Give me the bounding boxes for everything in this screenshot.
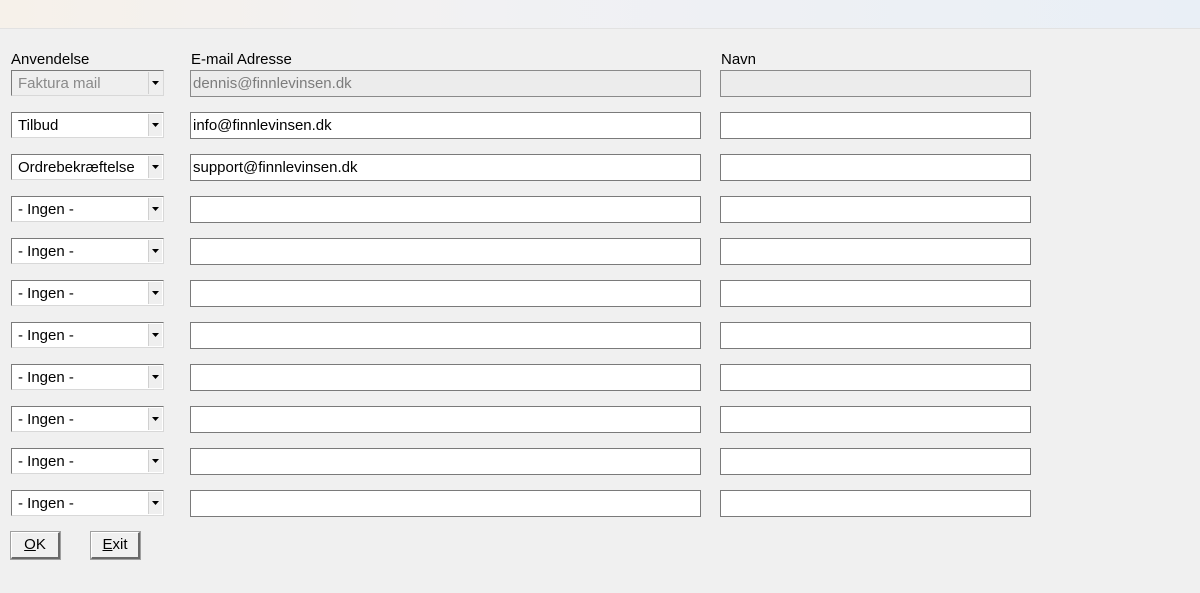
email-row: - Ingen - [0,238,1200,266]
name-field[interactable] [720,280,1031,307]
usage-dropdown[interactable]: Tilbud [11,112,164,138]
email-field-value: dennis@finnlevinsen.dk [193,75,352,92]
usage-dropdown-value: - Ingen - [18,285,74,302]
email-field-value: info@finnlevinsen.dk [193,117,332,134]
email-row: - Ingen - [0,448,1200,476]
ok-label-rest: K [35,536,46,553]
email-field-value: support@finnlevinsen.dk [193,159,358,176]
email-field[interactable]: dennis@finnlevinsen.dk [190,70,701,97]
usage-dropdown[interactable]: - Ingen - [11,196,164,222]
dropdown-arrow-button[interactable] [148,114,162,136]
email-row: - Ingen - [0,322,1200,350]
email-field[interactable] [190,490,701,517]
email-field[interactable] [190,406,701,433]
email-field[interactable] [190,196,701,223]
usage-dropdown[interactable]: Ordrebekræftelse [11,154,164,180]
dropdown-arrow-button[interactable] [148,282,162,304]
email-row: Ordrebekræftelse support@finnlevinsen.dk [0,154,1200,182]
usage-dropdown-value: Faktura mail [18,75,101,92]
dropdown-arrow-button[interactable] [148,450,162,472]
email-field[interactable] [190,238,701,265]
dropdown-arrow-button[interactable] [148,492,162,514]
name-field[interactable] [720,322,1031,349]
dropdown-arrow-button[interactable] [148,156,162,178]
email-row: Tilbud info@finnlevinsen.dk [0,112,1200,140]
usage-dropdown-value: - Ingen - [18,411,74,428]
usage-dropdown-value: - Ingen - [18,243,74,260]
dropdown-arrow-button[interactable] [148,198,162,220]
usage-dropdown-value: - Ingen - [18,201,74,218]
usage-dropdown[interactable]: - Ingen - [11,490,164,516]
dropdown-arrow-button[interactable] [148,240,162,262]
usage-dropdown[interactable]: Faktura mail [11,70,164,96]
name-field[interactable] [720,448,1031,475]
email-row: - Ingen - [0,196,1200,224]
name-field[interactable] [720,490,1031,517]
email-field[interactable]: info@finnlevinsen.dk [190,112,701,139]
usage-dropdown-value: - Ingen - [18,495,74,512]
header-usage: Anvendelse [11,51,90,68]
exit-button[interactable]: Exit [90,531,141,560]
email-field[interactable] [190,322,701,349]
usage-dropdown[interactable]: - Ingen - [11,238,164,264]
usage-dropdown[interactable]: - Ingen - [11,280,164,306]
email-row: - Ingen - [0,406,1200,434]
header-name: Navn [721,51,757,68]
email-field[interactable]: support@finnlevinsen.dk [190,154,701,181]
dropdown-arrow-button[interactable] [148,324,162,346]
email-field[interactable] [190,448,701,475]
email-row: - Ingen - [0,490,1200,518]
usage-dropdown[interactable]: - Ingen - [11,322,164,348]
dropdown-arrow-button[interactable] [148,408,162,430]
name-field[interactable] [720,238,1031,265]
email-row: - Ingen - [0,280,1200,308]
exit-mnemonic: E [102,536,113,553]
usage-dropdown-value: - Ingen - [18,369,74,386]
usage-dropdown[interactable]: - Ingen - [11,364,164,390]
ok-mnemonic: O [24,536,36,553]
email-row: Faktura mail dennis@finnlevinsen.dk [0,70,1200,98]
window-title-bar [0,0,1200,29]
name-field[interactable] [720,406,1031,433]
usage-dropdown-value: Tilbud [18,117,59,134]
email-field[interactable] [190,364,701,391]
ok-button[interactable]: OK [10,531,61,560]
name-field[interactable] [720,364,1031,391]
usage-dropdown[interactable]: - Ingen - [11,448,164,474]
usage-dropdown-value: - Ingen - [18,327,74,344]
exit-label-rest: xit [112,536,128,553]
header-email: E-mail Adresse [191,51,292,68]
usage-dropdown[interactable]: - Ingen - [11,406,164,432]
name-field[interactable] [720,70,1031,97]
name-field[interactable] [720,112,1031,139]
dropdown-arrow-button[interactable] [148,72,162,94]
dropdown-arrow-button[interactable] [148,366,162,388]
name-field[interactable] [720,196,1031,223]
usage-dropdown-value: - Ingen - [18,453,74,470]
usage-dropdown-value: Ordrebekræftelse [18,159,135,176]
email-row: - Ingen - [0,364,1200,392]
name-field[interactable] [720,154,1031,181]
email-field[interactable] [190,280,701,307]
